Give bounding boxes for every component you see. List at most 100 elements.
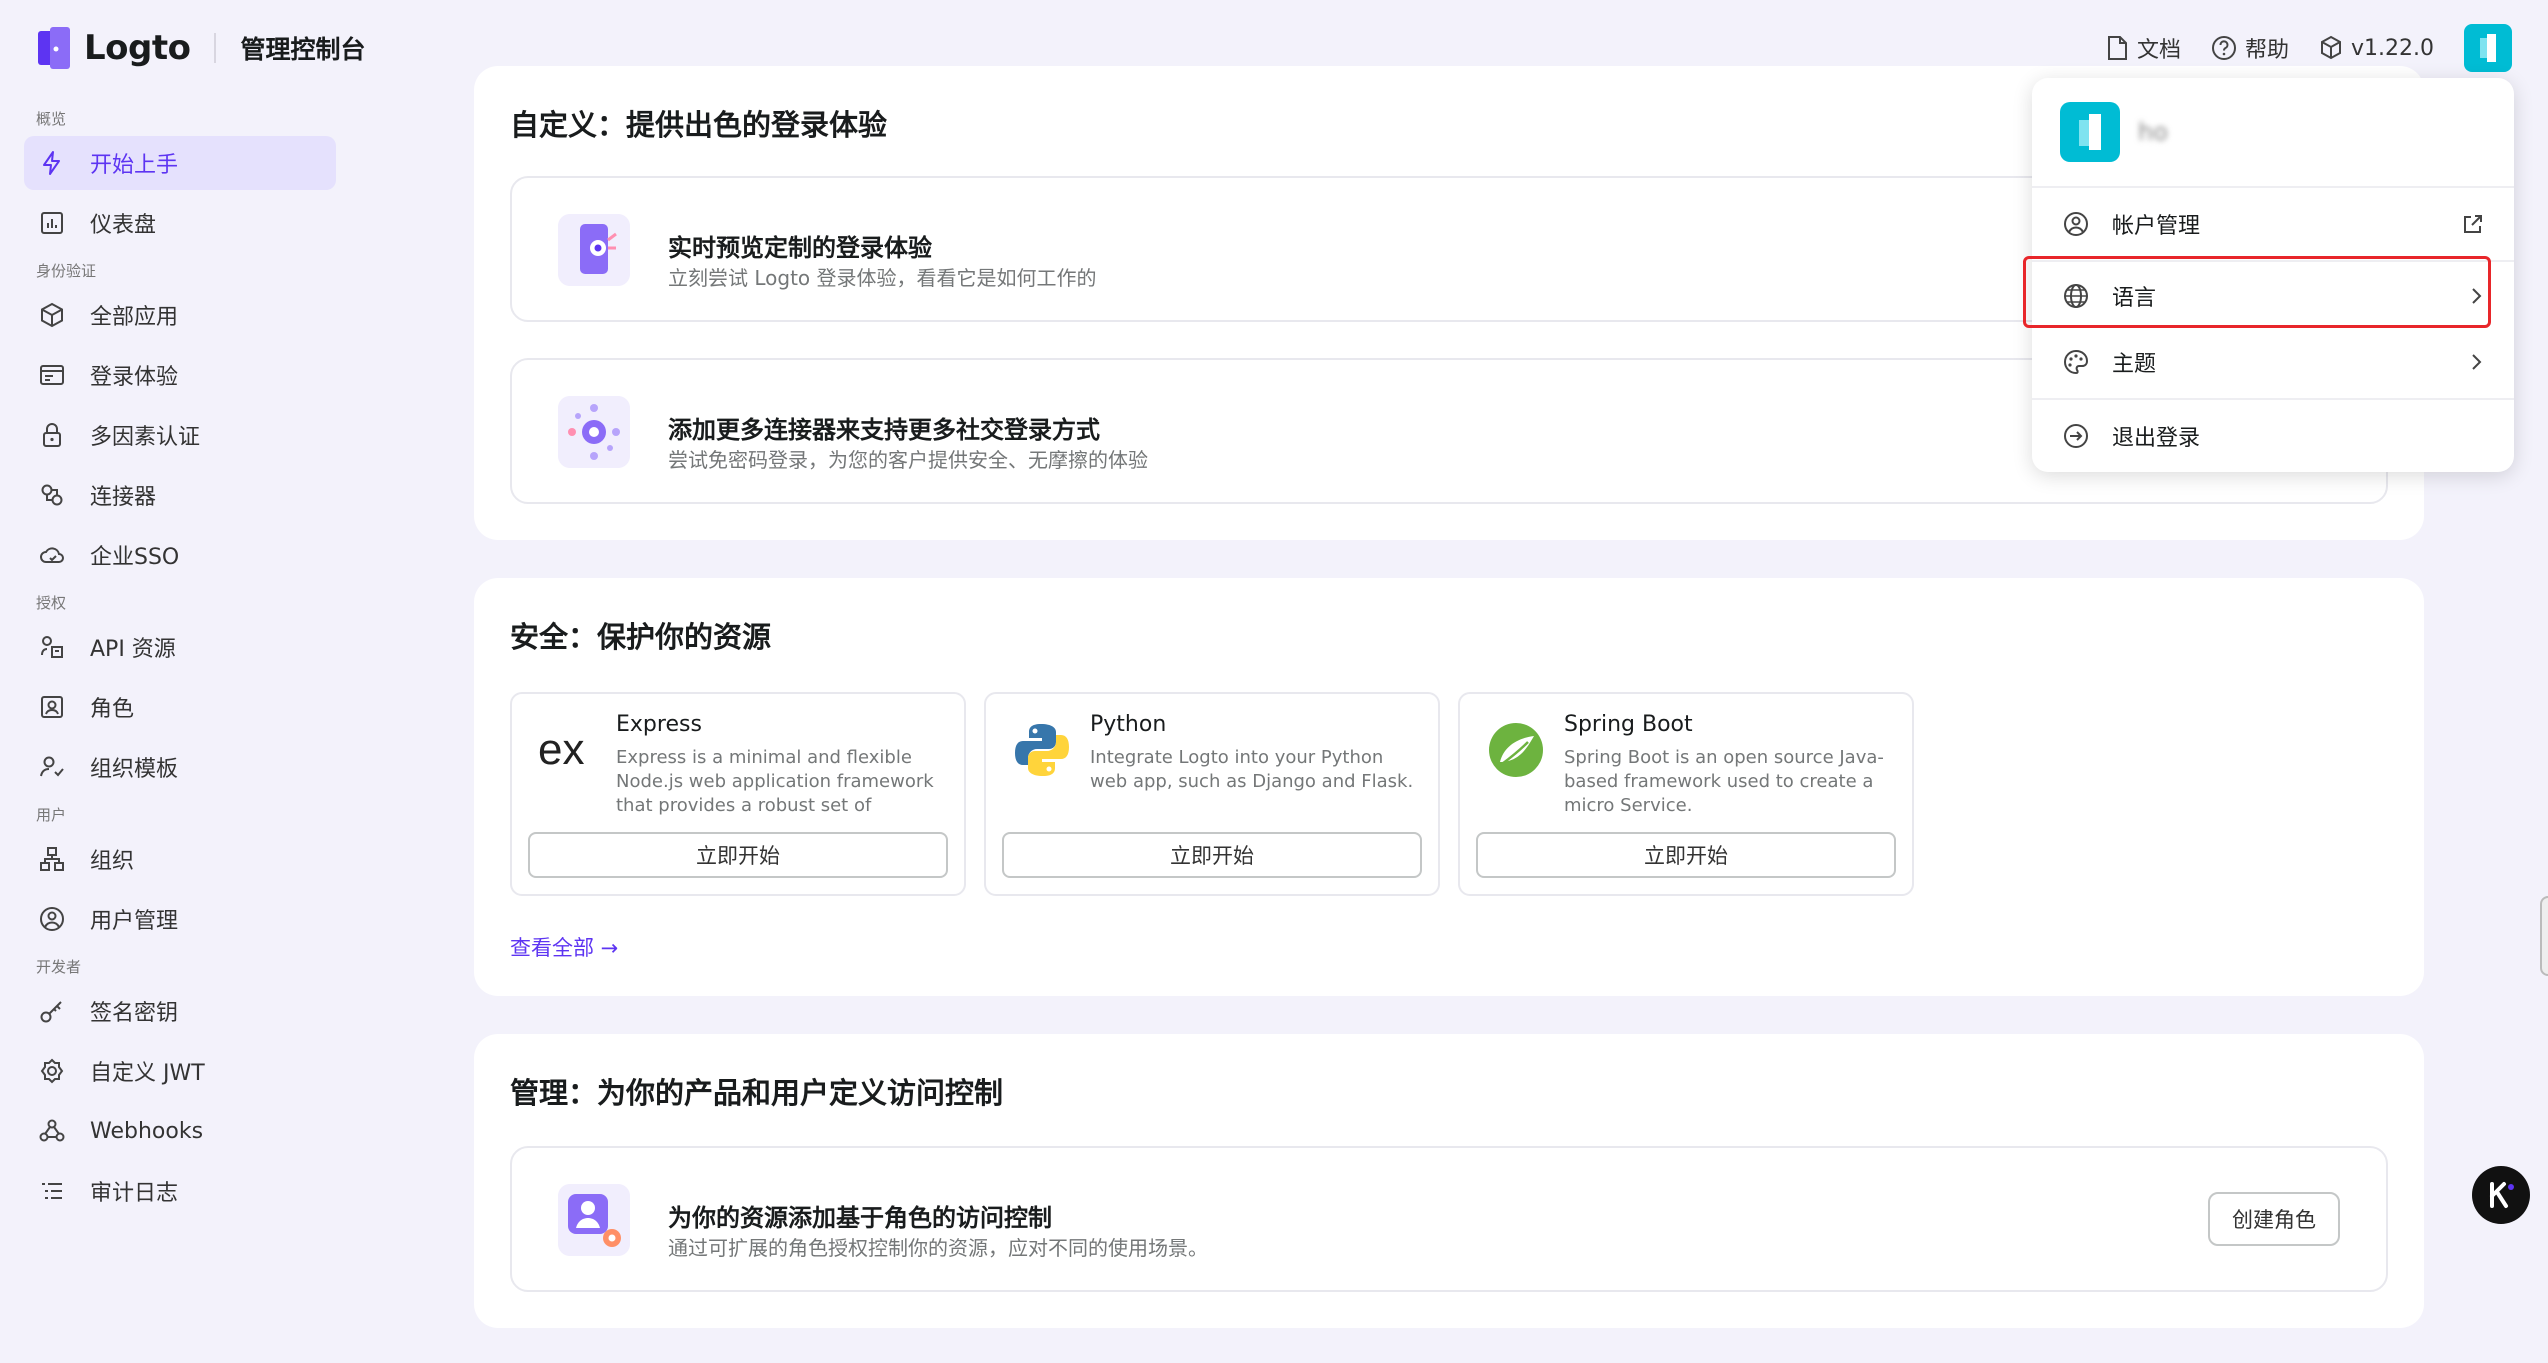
user-avatar-button[interactable] xyxy=(2464,24,2512,72)
sidebar-item-label: 仪表盘 xyxy=(90,213,157,238)
docs-link[interactable]: 文档 xyxy=(2105,32,2181,64)
sidebar-item-webhooks[interactable]: Webhooks xyxy=(24,1104,336,1158)
svg-text:ex: ex xyxy=(538,725,584,774)
sidebar-item-mfa[interactable]: 多因素认证 xyxy=(24,408,336,462)
document-icon xyxy=(2107,36,2127,60)
brand-name: Logto xyxy=(84,28,191,68)
sidebar-item-label: 连接器 xyxy=(90,485,157,510)
sidebar-item-get-started[interactable]: 开始上手 xyxy=(24,136,336,190)
sidebar-item-connectors[interactable]: 连接器 xyxy=(24,468,336,522)
get-started-button[interactable]: 立即开始 xyxy=(528,832,948,878)
rbac-row[interactable]: 为你的资源添加基于角色的访问控制 通过可扩展的角色授权控制你的资源，应对不同的使… xyxy=(510,1146,2388,1292)
sidebar-section-authentication: 身份验证 xyxy=(36,262,97,280)
sidebar-item-audit-logs[interactable]: 审计日志 xyxy=(24,1164,336,1218)
avatar-icon xyxy=(2480,34,2496,62)
connectors-gear-icon xyxy=(558,396,630,468)
sidebar-item-applications[interactable]: 全部应用 xyxy=(24,288,336,342)
get-started-button[interactable]: 立即开始 xyxy=(1002,832,1422,878)
sample-description: Spring Boot is an open source Java-based… xyxy=(1564,747,1884,816)
row-description: 通过可扩展的角色授权控制你的资源，应对不同的使用场景。 xyxy=(668,1236,1208,1260)
sidebar-item-organizations[interactable]: 组织 xyxy=(24,832,336,886)
customize-title: 自定义：提供出色的登录体验 xyxy=(510,108,888,142)
version-badge[interactable]: v1.22.0 xyxy=(2319,35,2434,61)
side-edge-tab[interactable] xyxy=(2540,896,2548,976)
sidebar-item-label: 开始上手 xyxy=(90,153,179,178)
cloud-icon xyxy=(40,547,64,563)
lock-icon xyxy=(43,423,61,447)
menu-item-label: 退出登录 xyxy=(2112,426,2201,451)
view-all-link[interactable]: 查看全部 → xyxy=(510,932,618,962)
key-icon xyxy=(40,1001,62,1023)
user-circle-icon xyxy=(2064,212,2088,236)
menu-item-theme[interactable]: 主题 xyxy=(2062,342,2484,382)
sample-description: Express is a minimal and flexible Node.j… xyxy=(616,747,934,820)
logto-logo-icon xyxy=(38,27,70,69)
floating-assistant-button[interactable] xyxy=(2472,1166,2530,1224)
sample-express[interactable]: ex Express Express is a minimal and flex… xyxy=(510,692,966,896)
cube-icon xyxy=(41,302,63,328)
sidebar-item-sign-in-experience[interactable]: 登录体验 xyxy=(24,348,336,402)
webhook-icon xyxy=(39,1119,65,1142)
sample-python[interactable]: Python Integrate Logto into your Python … xyxy=(984,692,1440,896)
user-circle-icon xyxy=(40,907,64,931)
sidebar: 概览 开始上手 仪表盘 身份验证 全部应用 登录体验 多因素认证 连接器 企业S… xyxy=(0,96,360,1363)
help-link[interactable]: 帮助 xyxy=(2211,32,2289,64)
lightning-icon xyxy=(43,151,60,175)
dropdown-divider xyxy=(2032,398,2514,400)
menu-item-account[interactable]: 帐户管理 xyxy=(2062,204,2484,244)
create-role-button[interactable]: 创建角色 xyxy=(2208,1192,2340,1246)
assistant-logo-icon xyxy=(2490,1182,2514,1208)
version-label: v1.22.0 xyxy=(2351,35,2434,61)
sidebar-item-enterprise-sso[interactable]: 企业SSO xyxy=(24,528,336,582)
brand[interactable]: Logto 管理控制台 xyxy=(36,24,366,72)
avatar-icon xyxy=(2079,114,2101,150)
role-icon xyxy=(41,696,63,718)
python-logo-icon xyxy=(1015,724,1069,776)
dropdown-username: ho xyxy=(2138,118,2168,146)
sidebar-item-custom-jwt[interactable]: 自定义 JWT xyxy=(24,1044,336,1098)
menu-item-label: 帐户管理 xyxy=(2112,214,2201,239)
sidebar-item-api-resources[interactable]: API 资源 xyxy=(24,620,336,674)
sidebar-item-user-management[interactable]: 用户管理 xyxy=(24,892,336,946)
sidebar-item-signing-keys[interactable]: 签名密钥 xyxy=(24,984,336,1038)
row-title: 为你的资源添加基于角色的访问控制 xyxy=(668,1204,1052,1232)
sample-name: Python xyxy=(1090,712,1167,737)
sidebar-section-users: 用户 xyxy=(36,806,67,824)
sidebar-item-org-template[interactable]: 组织模板 xyxy=(24,740,336,794)
sample-spring-boot[interactable]: Spring Boot Spring Boot is an open sourc… xyxy=(1458,692,1914,896)
gear-icon xyxy=(40,1058,64,1084)
sample-name: Spring Boot xyxy=(1564,712,1693,737)
sidebar-item-label: API 资源 xyxy=(90,637,176,662)
dropdown-user-info: ho xyxy=(2060,102,2168,162)
window-icon xyxy=(40,365,64,385)
get-started-button[interactable]: 立即开始 xyxy=(1476,832,1896,878)
help-icon xyxy=(2211,36,2236,60)
row-title: 实时预览定制的登录体验 xyxy=(668,234,932,262)
user-check-icon xyxy=(40,756,64,777)
express-logo-icon: ex xyxy=(538,725,584,774)
dropdown-divider xyxy=(2032,186,2514,188)
spring-boot-logo-icon xyxy=(1489,723,1543,777)
sidebar-section-overview: 概览 xyxy=(36,110,67,128)
manage-card: 管理：为你的产品和用户定义访问控制 为你的资源添加基于角色的访问控制 通过可扩展… xyxy=(474,1034,2424,1328)
sidebar-section-authorization: 授权 xyxy=(36,594,67,612)
list-icon xyxy=(42,1183,62,1199)
palette-icon xyxy=(2064,349,2089,375)
sidebar-item-label: 多因素认证 xyxy=(90,425,201,450)
api-icon xyxy=(41,636,63,658)
phone-preview-icon xyxy=(558,214,630,286)
security-card: 安全：保护你的资源 ex Express Express is a minima… xyxy=(474,578,2424,996)
menu-item-sign-out[interactable]: 退出登录 xyxy=(2062,416,2484,456)
manage-title: 管理：为你的产品和用户定义访问控制 xyxy=(510,1076,1004,1110)
security-title: 安全：保护你的资源 xyxy=(510,620,772,654)
sidebar-item-label: 用户管理 xyxy=(90,909,179,934)
docs-label: 文档 xyxy=(2136,38,2181,63)
sidebar-item-roles[interactable]: 角色 xyxy=(24,680,336,734)
sample-description: Integrate Logto into your Python web app… xyxy=(1090,747,1414,792)
sign-out-icon xyxy=(2064,424,2088,448)
sidebar-item-dashboard[interactable]: 仪表盘 xyxy=(24,196,336,250)
brand-subtitle: 管理控制台 xyxy=(240,35,366,64)
sidebar-item-label: 登录体验 xyxy=(90,365,179,390)
connector-icon xyxy=(41,484,63,506)
help-label: 帮助 xyxy=(2244,38,2289,63)
